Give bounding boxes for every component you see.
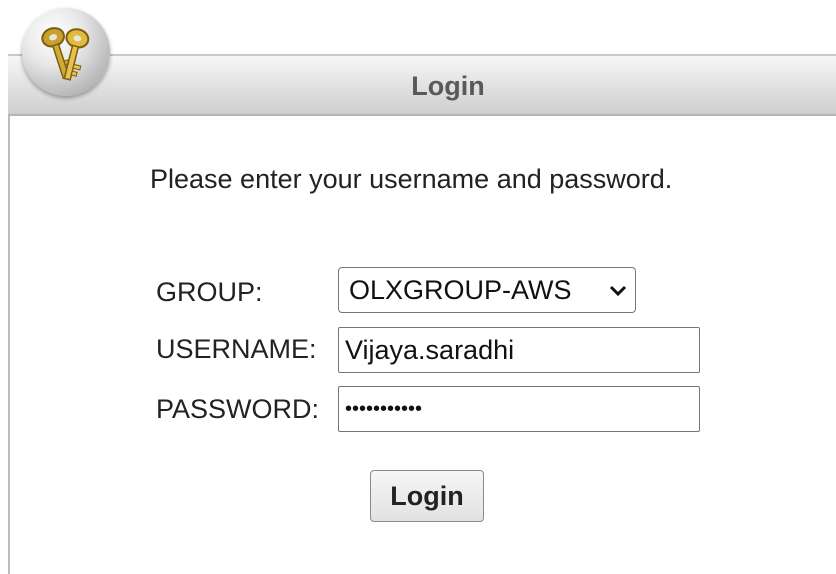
keys-logo-icon [22,8,110,96]
title-bar: Login [8,54,836,116]
window-title: Login [411,71,485,101]
password-input[interactable]: ••••••••••• [338,386,700,432]
group-label: GROUP: [156,277,263,307]
login-button[interactable]: Login [370,470,484,522]
username-input[interactable] [338,327,700,373]
username-label: USERNAME: [156,334,317,364]
login-instructions: Please enter your username and password. [150,164,673,194]
group-selected-value: OLXGROUP-AWS [349,275,572,305]
password-label: PASSWORD: [156,394,320,424]
chevron-down-icon [609,268,627,312]
group-select[interactable]: OLXGROUP-AWS [338,267,636,313]
